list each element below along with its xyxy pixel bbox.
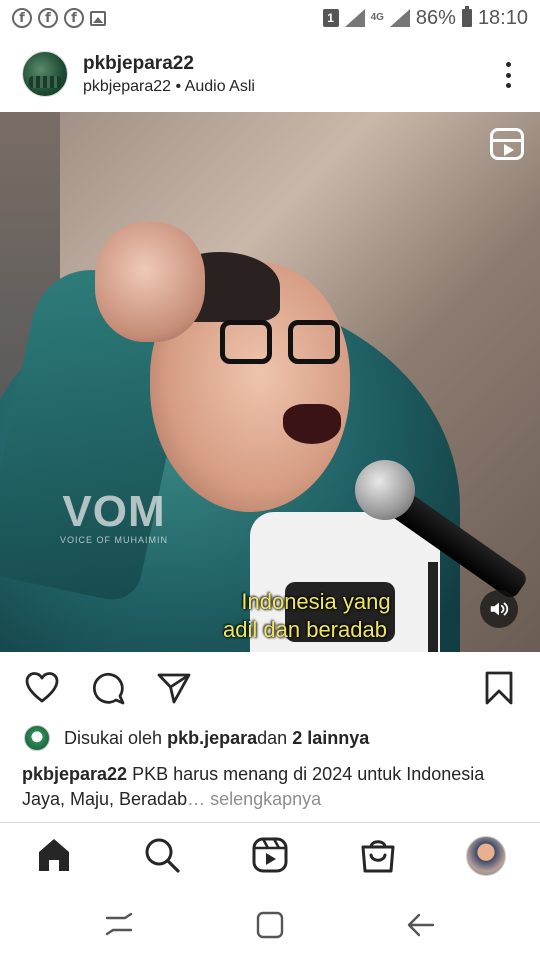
- share-icon[interactable]: [156, 670, 192, 706]
- home-button-icon[interactable]: [255, 910, 285, 940]
- see-more-link[interactable]: … selengkapnya: [187, 789, 321, 809]
- clock: 18:10: [477, 6, 528, 29]
- save-bookmark-icon[interactable]: [481, 670, 517, 706]
- likes-others[interactable]: 2 lainnya: [292, 728, 369, 749]
- post-header-text: pkbjepara22 pkbjepara22 • Audio Asli: [83, 53, 255, 96]
- gallery-icon: [90, 10, 106, 26]
- likes-prefix: Disukai oleh: [64, 727, 163, 748]
- comment-icon[interactable]: [90, 670, 126, 706]
- battery-percent: 86%: [415, 6, 456, 29]
- reel-video[interactable]: VOM VOICE OF MUHAIMIN: [0, 112, 540, 652]
- video-subtitle: Indonesia yang adil dan beradab: [0, 588, 540, 644]
- notification-icons: f f f: [12, 8, 106, 28]
- shop-bag-icon[interactable]: [359, 836, 397, 874]
- profile-tab-avatar[interactable]: [466, 836, 506, 876]
- like-heart-icon[interactable]: [24, 670, 60, 706]
- reels-icon: [490, 128, 524, 160]
- facebook-icon: f: [64, 8, 84, 28]
- bottom-nav: [0, 823, 540, 889]
- watermark-subtitle: VOICE OF MUHAIMIN: [60, 535, 169, 545]
- network-type-label: 4G: [370, 12, 384, 23]
- liker-username[interactable]: pkb.jepara: [167, 728, 257, 749]
- likes-middle: dan: [257, 727, 288, 748]
- video-watermark: VOM VOICE OF MUHAIMIN: [60, 487, 168, 545]
- battery-icon: [461, 6, 472, 27]
- caption-username[interactable]: pkbjepara22: [22, 764, 127, 784]
- reels-nav-icon[interactable]: [251, 836, 289, 874]
- home-icon[interactable]: [35, 836, 73, 874]
- likes-summary[interactable]: Disukai oleh pkb.jepara dan 2 lainnya: [24, 725, 369, 751]
- watermark-title: VOM: [62, 487, 166, 536]
- post-caption: pkbjepara22 PKB harus menang di 2024 unt…: [22, 762, 522, 812]
- system-nav-bar: [0, 890, 540, 960]
- speaker-icon: [490, 602, 509, 616]
- facebook-icon: f: [12, 8, 32, 28]
- signal-icon: [344, 9, 365, 27]
- signal-icon: [389, 9, 410, 27]
- volume-button[interactable]: [480, 590, 518, 628]
- subtitle-line-1: Indonesia yang: [241, 589, 391, 614]
- search-icon[interactable]: [143, 836, 181, 874]
- recent-apps-icon[interactable]: [104, 910, 134, 940]
- back-arrow-icon[interactable]: [406, 910, 436, 940]
- audio-subline[interactable]: pkbjepara22 • Audio Asli: [83, 78, 255, 96]
- more-options-icon[interactable]: [506, 62, 512, 88]
- profile-avatar[interactable]: [22, 51, 68, 97]
- subtitle-line-2: adil dan beradab: [223, 617, 387, 642]
- liker-avatar: [24, 725, 50, 751]
- post-header: pkbjepara22 pkbjepara22 • Audio Asli: [0, 44, 540, 104]
- post-actions: [0, 664, 540, 710]
- post-username[interactable]: pkbjepara22: [83, 53, 255, 75]
- status-bar: f f f 1 4G 86% 18:10: [0, 0, 540, 36]
- system-status: 1 4G 86% 18:10: [322, 6, 528, 30]
- sim-icon: 1: [322, 9, 339, 27]
- facebook-icon: f: [38, 8, 58, 28]
